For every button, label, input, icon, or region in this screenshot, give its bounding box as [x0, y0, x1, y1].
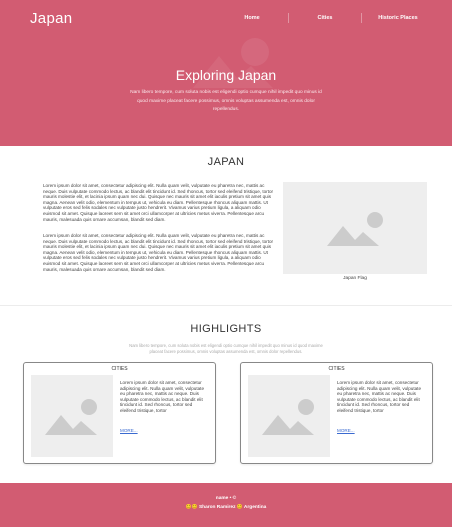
intro-paragraph: Lorem ipsum dolor sit amet, consectetur … [43, 183, 274, 222]
nav-home[interactable]: Home [233, 15, 271, 21]
highlight-card: CITIES Lorem ipsum dolor sit amet, conse… [23, 362, 216, 464]
highlight-card: CITIES Lorem ipsum dolor sit amet, conse… [240, 362, 433, 464]
hero-banner: Japan Home Cities Historic Places Explor… [0, 0, 452, 146]
highlights-section-title: HIGHLIGHTS [190, 323, 262, 335]
intro-paragraph: Lorem ipsum dolor sit amet, consectetur … [43, 233, 274, 272]
image-placeholder-icon [45, 399, 97, 435]
card-more-link[interactable]: MORE... [120, 428, 138, 433]
highlights-tagline: Nam libero tempore, cum soluta nobis est… [129, 343, 323, 354]
footer-credits: 😊😊 Sharon Ramirez 😊 Argentina [185, 505, 267, 510]
japan-section-title: JAPAN [207, 156, 245, 168]
hero-tagline: Nam libero tempore, cum soluta nobis est… [130, 90, 322, 112]
japan-flag-image [283, 182, 427, 274]
nav-divider [361, 13, 362, 23]
card-title: CITIES [111, 366, 128, 372]
site-brand[interactable]: Japan [30, 10, 72, 27]
card-image [248, 375, 330, 457]
card-title: CITIES [328, 366, 345, 372]
card-more-link[interactable]: MORE... [337, 428, 355, 433]
hero-title: Exploring Japan [175, 67, 277, 83]
footer-copyright: name • © [215, 496, 237, 501]
image-placeholder-icon [262, 399, 314, 435]
card-image [31, 375, 113, 457]
site-footer: name • © 😊😊 Sharon Ramirez 😊 Argentina [0, 483, 452, 527]
nav-historic-places[interactable]: Historic Places [370, 15, 426, 21]
japan-flag-caption: Japan Flag [343, 276, 367, 281]
nav-divider [288, 13, 289, 23]
card-text: Lorem ipsum dolor sit amet, consectetur … [337, 380, 422, 413]
section-divider [0, 305, 452, 306]
nav-cities[interactable]: Cities [306, 15, 344, 21]
card-text: Lorem ipsum dolor sit amet, consectetur … [120, 380, 205, 413]
image-placeholder-icon [327, 212, 383, 246]
